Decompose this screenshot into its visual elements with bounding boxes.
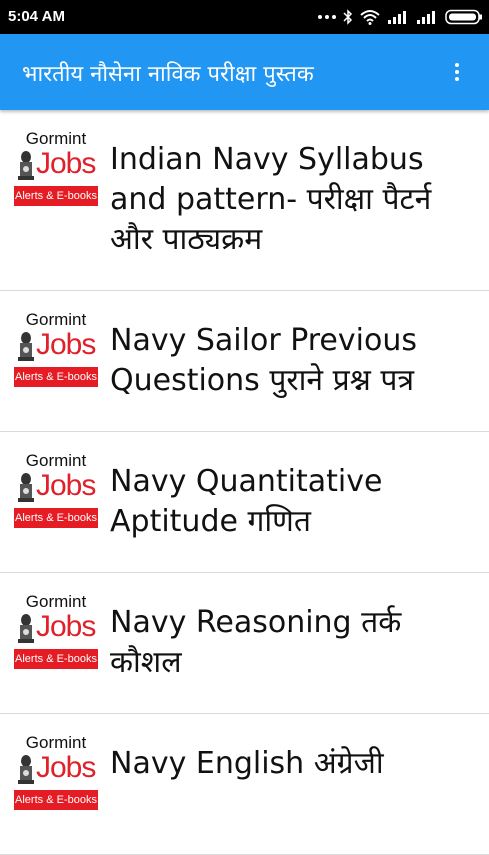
list-item-label: Navy Reasoning तर्क कौशल xyxy=(110,605,402,680)
gormint-jobs-logo: Gormint Jobs Alerts & E-books xyxy=(14,130,98,218)
list-item[interactable]: Gormint Jobs Alerts & E-books Navy Reaso… xyxy=(0,573,489,714)
emblem-icon xyxy=(18,614,34,643)
gormint-jobs-logo: Gormint Jobs Alerts & E-books xyxy=(14,452,98,540)
overflow-menu-icon[interactable] xyxy=(445,60,469,84)
status-time: 5:04 AM xyxy=(8,8,65,25)
list-item-label: Indian Navy Syllabus and pattern- परीक्ष… xyxy=(110,142,432,257)
list-item[interactable]: Gormint Jobs Alerts & E-books Indian Nav… xyxy=(0,110,489,291)
emblem-icon xyxy=(18,473,34,502)
list-item-label: Navy English अंग्रेजी xyxy=(110,746,384,781)
app-bar: भारतीय नौसेना नाविक परीक्षा पुस्तक xyxy=(0,34,489,110)
bluetooth-icon xyxy=(343,9,353,25)
list-item-label: Navy Sailor Previous Questions पुराने प्… xyxy=(110,323,417,398)
gormint-jobs-logo: Gormint Jobs Alerts & E-books xyxy=(14,734,98,822)
list-item[interactable]: Gormint Jobs Alerts & E-books Navy Quant… xyxy=(0,432,489,573)
app-title: भारतीय नौसेना नाविक परीक्षा पुस्तक xyxy=(22,62,314,87)
more-notifications-icon xyxy=(318,15,336,19)
book-list: Gormint Jobs Alerts & E-books Indian Nav… xyxy=(0,110,489,855)
battery-icon xyxy=(445,9,482,25)
status-icons xyxy=(318,6,483,28)
signal-1-icon xyxy=(388,11,406,24)
list-item[interactable]: Gormint Jobs Alerts & E-books Navy Engli… xyxy=(0,714,489,855)
gormint-jobs-logo: Gormint Jobs Alerts & E-books xyxy=(14,593,98,681)
emblem-icon xyxy=(18,332,34,361)
list-item[interactable]: Gormint Jobs Alerts & E-books Navy Sailo… xyxy=(0,291,489,432)
list-item-label: Navy Quantitative Aptitude गणित xyxy=(110,464,383,539)
emblem-icon xyxy=(18,755,34,784)
emblem-icon xyxy=(18,151,34,180)
status-bar: 5:04 AM xyxy=(0,0,489,34)
signal-2-icon xyxy=(417,11,435,24)
gormint-jobs-logo: Gormint Jobs Alerts & E-books xyxy=(14,311,98,399)
wifi-icon xyxy=(360,10,380,25)
